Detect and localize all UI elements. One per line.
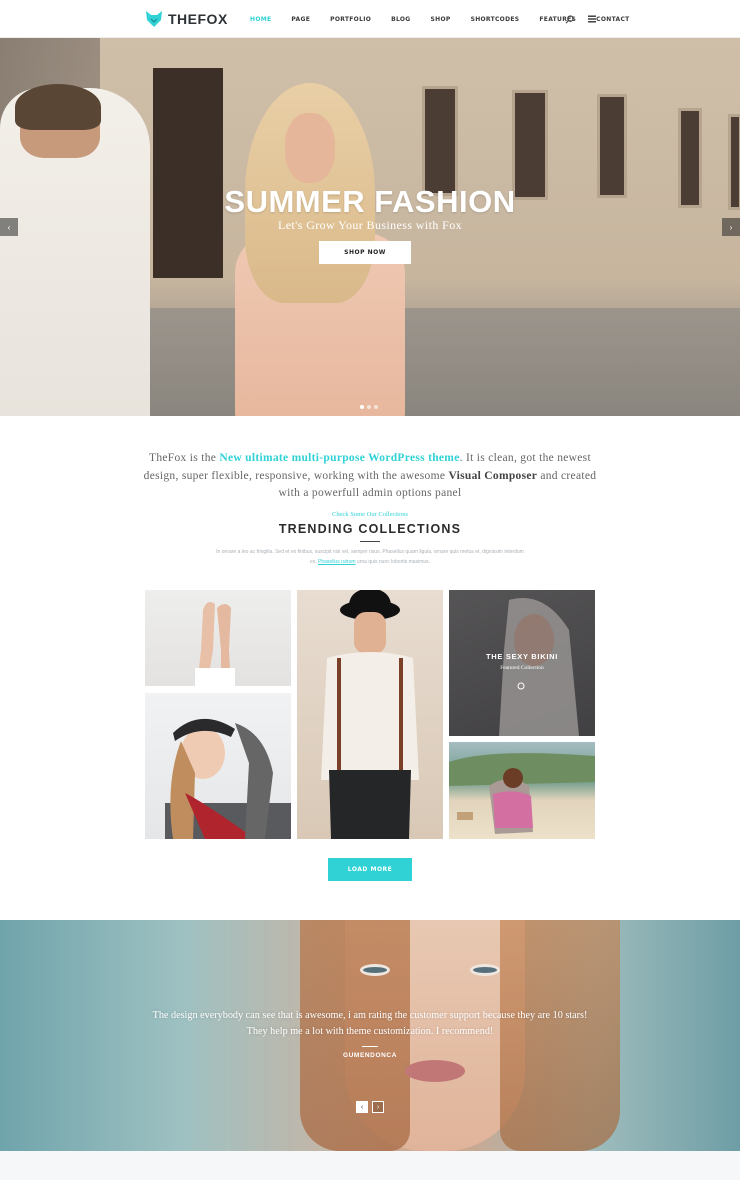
nav-home[interactable]: HOME <box>250 16 271 23</box>
slide-dot[interactable] <box>367 405 371 409</box>
intro-text: TheFox is the New ultimate multi-purpose… <box>140 450 600 503</box>
collections-kicker: Check Some Our Collections <box>331 511 408 518</box>
quote-line-2: They help me a lot with theme customizat… <box>246 1026 494 1037</box>
collection-tile-featured[interactable]: THE SEXY BIKINI Featured Collection <box>449 590 595 736</box>
logo-text: THEFOX <box>168 11 228 27</box>
site-header: THEFOX HOME PAGE PORTFOLIO BLOG SHOP SHO… <box>0 0 740 38</box>
logo[interactable]: THEFOX <box>144 8 228 30</box>
featured-collection-title: THE SEXY BIKINI <box>485 652 559 661</box>
nav-shop[interactable]: SHOP <box>431 16 451 23</box>
collections-description: In ornare a leo ac fringilla. Sed et ex … <box>215 548 525 567</box>
intro-highlight[interactable]: New ultimate multi-purpose WordPress the… <box>219 452 459 464</box>
fox-logo-icon <box>146 11 162 27</box>
link-icon <box>517 682 525 690</box>
collection-tile-man-hat[interactable] <box>297 590 443 839</box>
slide-dot[interactable] <box>360 405 364 409</box>
intro-part1: TheFox is the <box>149 452 220 464</box>
hero-title: SUMMER FASHION <box>224 184 516 219</box>
title-divider <box>360 541 380 542</box>
collections-title: TRENDING COLLECTIONS <box>278 522 462 536</box>
collection-tile-legs[interactable] <box>145 590 291 686</box>
nav-portfolio[interactable]: PORTFOLIO <box>330 16 371 23</box>
hero-subtitle: Let's Grow Your Business with Fox <box>277 218 463 232</box>
hero-slider: SUMMER FASHION Let's Grow Your Business … <box>0 38 740 416</box>
desc-link[interactable]: Phasellus rutrum <box>318 559 356 565</box>
slide-dot[interactable] <box>374 405 378 409</box>
intro-bold: Visual Composer <box>448 469 538 482</box>
testimonial-prev-icon[interactable]: ‹ <box>356 1101 368 1113</box>
testimonial-author: GUMENDONCA <box>342 1052 398 1059</box>
testimonial-next-icon[interactable]: › <box>372 1101 384 1113</box>
footer-strip <box>0 1151 740 1180</box>
collection-tile-hat-girl[interactable] <box>145 693 291 839</box>
testimonial-quote: The design everybody can see that is awe… <box>130 1008 610 1040</box>
search-icon[interactable] <box>562 12 576 26</box>
nav-page[interactable]: PAGE <box>291 16 310 23</box>
nav-contact[interactable]: CONTACT <box>596 16 629 23</box>
nav-blog[interactable]: BLOG <box>391 16 410 23</box>
hero-prev-arrow-icon[interactable]: ‹ <box>0 218 18 236</box>
quote-line-1: The design everybody can see that is awe… <box>152 1010 588 1021</box>
hero-next-arrow-icon[interactable]: › <box>722 218 740 236</box>
portrait-lips <box>405 1060 465 1082</box>
hero-pagination <box>360 405 378 409</box>
menu-icon[interactable] <box>585 12 599 26</box>
desc-part2: urna quis nunc lobortis maximus. <box>355 558 431 565</box>
load-more-button[interactable]: LOAD MORE <box>328 858 412 881</box>
nav-shortcodes[interactable]: SHORTCODES <box>471 16 520 23</box>
featured-collection-subtitle: Featured Collection <box>500 665 544 671</box>
quote-divider <box>362 1046 378 1047</box>
collection-tile-beach[interactable] <box>449 742 595 839</box>
shop-now-button[interactable]: SHOP NOW <box>319 241 411 264</box>
hero-man-figure <box>0 84 150 416</box>
